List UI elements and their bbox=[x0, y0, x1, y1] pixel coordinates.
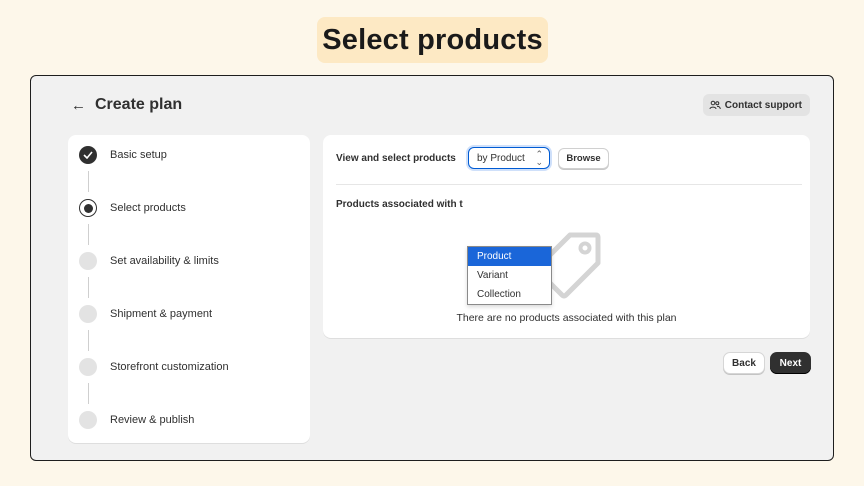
step-set-availability[interactable]: Set availability & limits bbox=[79, 252, 219, 270]
divider bbox=[336, 184, 802, 185]
page-title: Create plan bbox=[95, 96, 183, 113]
step-connector bbox=[88, 383, 89, 404]
check-circle-icon bbox=[79, 146, 97, 164]
step-connector bbox=[88, 330, 89, 351]
contact-support-button[interactable]: Contact support bbox=[702, 94, 810, 116]
pending-step-icon bbox=[79, 358, 97, 376]
step-select-products[interactable]: Select products bbox=[79, 199, 186, 217]
step-connector bbox=[88, 277, 89, 298]
view-products-label: View and select products bbox=[336, 153, 456, 164]
browse-button[interactable]: Browse bbox=[558, 148, 609, 169]
pending-step-icon bbox=[79, 411, 97, 429]
dropdown-option-product[interactable]: Product bbox=[468, 247, 551, 266]
step-connector bbox=[88, 171, 89, 192]
next-button[interactable]: Next bbox=[770, 352, 811, 374]
step-basic-setup[interactable]: Basic setup bbox=[79, 146, 167, 164]
step-label: Select products bbox=[110, 202, 186, 214]
arrow-left-icon[interactable]: ← bbox=[71, 98, 86, 113]
pending-step-icon bbox=[79, 252, 97, 270]
step-connector bbox=[88, 224, 89, 245]
step-label: Review & publish bbox=[110, 414, 195, 426]
select-chevron-icon: ⌃ ⌄ bbox=[535, 149, 543, 167]
products-card: View and select products by Product ⌃ ⌄ B… bbox=[323, 135, 810, 338]
view-by-select[interactable]: by Product ⌃ ⌄ bbox=[468, 147, 550, 169]
associated-products-heading: Products associated with t bbox=[336, 199, 463, 210]
back-button[interactable]: Back bbox=[723, 352, 765, 374]
step-shipment-payment[interactable]: Shipment & payment bbox=[79, 305, 212, 323]
step-label: Shipment & payment bbox=[110, 308, 213, 320]
app-window: ← Create plan Contact support Basic setu… bbox=[30, 75, 834, 461]
step-storefront-customization[interactable]: Storefront customization bbox=[79, 358, 229, 376]
step-label: Basic setup bbox=[110, 149, 167, 161]
steps-panel: Basic setup Select products Set availabi… bbox=[68, 135, 310, 443]
step-review-publish[interactable]: Review & publish bbox=[79, 411, 194, 429]
empty-state-text: There are no products associated with th… bbox=[456, 312, 677, 324]
step-label: Storefront customization bbox=[110, 361, 229, 373]
dropdown-option-collection[interactable]: Collection bbox=[468, 285, 551, 304]
contact-support-label: Contact support bbox=[724, 99, 802, 111]
dropdown-option-variant[interactable]: Variant bbox=[468, 266, 551, 285]
page-header: ← Create plan bbox=[71, 96, 182, 114]
people-icon bbox=[709, 100, 721, 110]
headline-text: Select products bbox=[322, 23, 543, 56]
step-label: Set availability & limits bbox=[110, 255, 219, 267]
headline-banner: Select products bbox=[317, 17, 548, 63]
select-value: by Product bbox=[477, 152, 525, 164]
pending-step-icon bbox=[79, 305, 97, 323]
current-step-icon bbox=[79, 199, 97, 217]
view-by-dropdown: Product Variant Collection bbox=[467, 246, 552, 305]
